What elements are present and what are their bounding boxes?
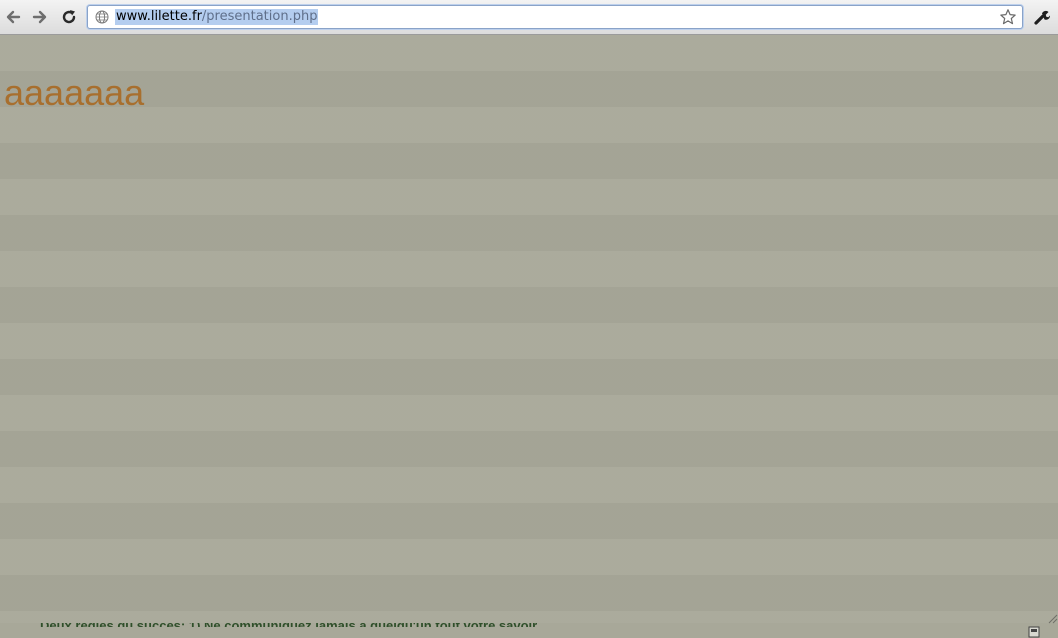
globe-icon bbox=[94, 9, 110, 25]
star-icon bbox=[1000, 9, 1016, 25]
arrow-right-icon bbox=[32, 10, 47, 24]
bookmark-star-button[interactable] bbox=[998, 8, 1018, 26]
page-heading: aaaaaaa bbox=[4, 72, 145, 113]
reload-icon bbox=[62, 10, 76, 24]
url-host: www.lilette.fr bbox=[116, 9, 202, 24]
status-corner-icon bbox=[1028, 626, 1040, 638]
wrench-icon bbox=[1034, 10, 1051, 25]
url-text[interactable]: www.lilette.fr/presentation.php bbox=[115, 9, 319, 25]
reload-button[interactable] bbox=[58, 5, 80, 29]
browser-toolbar: www.lilette.fr/presentation.php bbox=[0, 0, 1058, 35]
forward-button[interactable] bbox=[29, 5, 51, 29]
address-bar[interactable]: www.lilette.fr/presentation.php bbox=[87, 5, 1023, 29]
url-path: /presentation.php bbox=[201, 9, 318, 24]
settings-menu-button[interactable] bbox=[1031, 6, 1053, 28]
page-content: aaaaaaa bbox=[0, 35, 1058, 623]
back-button[interactable] bbox=[2, 5, 24, 29]
footer-quote-text: Deux règles du succès: 1) Ne communiquez… bbox=[40, 623, 548, 633]
bottom-strip: Deux règles du succès: 1) Ne communiquez… bbox=[0, 623, 1058, 638]
resize-grip-icon[interactable] bbox=[1046, 612, 1058, 624]
arrow-left-icon bbox=[6, 10, 21, 24]
